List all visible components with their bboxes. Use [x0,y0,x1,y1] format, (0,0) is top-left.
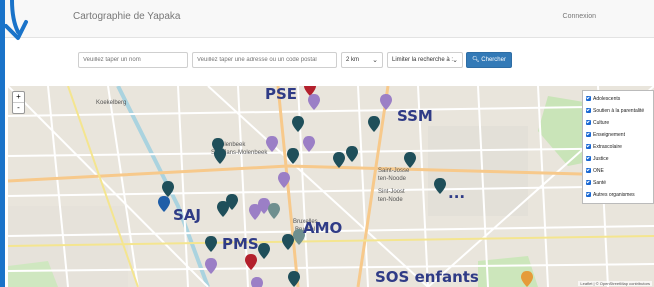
brand-title[interactable]: Cartographie de Yapaka [73,11,181,22]
category-label-amo: AMO [303,219,343,237]
filter-item[interactable]: Extrascolaire [586,141,650,153]
checkbox-checked-icon[interactable] [586,132,591,138]
search-icon: 🔍︎ [472,57,480,63]
distance-select[interactable]: 2 km ⌄ [341,52,383,68]
app-frame: Cartographie de Yapaka Connexion 2 km ⌄ … [5,0,654,287]
filter-item[interactable]: Enseignement [586,129,650,141]
category-filter-legend: Adolescents Soutien à la parentalité Cul… [582,90,654,204]
checkbox-checked-icon[interactable] [586,108,591,114]
search-bar: 2 km ⌄ Limiter la recherche à : ⌄ 🔍︎ Che… [5,52,654,70]
checkbox-checked-icon[interactable] [586,120,591,126]
login-link[interactable]: Connexion [563,13,596,20]
zoom-in-button[interactable]: + [13,92,24,102]
checkbox-checked-icon[interactable] [586,144,591,150]
filter-label: Santé [593,180,607,186]
search-button[interactable]: 🔍︎ Chercher [466,52,512,68]
filter-label: Extrascolaire [593,144,622,150]
search-button-label: Chercher [481,57,506,63]
filter-item[interactable]: Autres organismes [586,189,650,201]
top-navbar: Cartographie de Yapaka Connexion [5,0,654,38]
name-search-input[interactable] [78,52,188,68]
checkbox-checked-icon[interactable] [586,156,591,162]
map-attribution[interactable]: Leaflet | © OpenStreetMap contributors [578,281,652,286]
zoom-out-button[interactable]: - [13,102,24,113]
category-label-pms: PMS [222,235,259,253]
checkbox-checked-icon[interactable] [586,192,591,198]
filter-label: Soutien à la parentalité [593,108,645,114]
chevron-down-icon: ⌄ [452,57,458,64]
limit-label: Limiter la recherche à : [392,57,454,63]
category-label-sos: SOS enfants [375,268,479,286]
filter-label: Autres organismes [593,192,635,198]
address-search-input[interactable] [192,52,337,68]
filter-label: Enseignement [593,132,625,138]
map-markers [158,86,533,287]
map-view[interactable]: Koekelberg Molenbeek Sint-Jans-Molenbeek… [8,86,654,287]
category-label-more: ... [448,184,466,202]
filter-label: Adolescents [593,96,621,102]
annotation-arrow-icon [4,0,28,40]
checkbox-checked-icon[interactable] [586,168,591,174]
limit-select[interactable]: Limiter la recherche à : ⌄ [387,52,463,68]
category-label-ssm: SSM [397,107,433,125]
filter-label: ONE [593,168,604,174]
filter-label: Culture [593,120,610,126]
filter-item[interactable]: Adolescents [586,93,650,105]
checkbox-checked-icon[interactable] [586,180,591,186]
filter-item[interactable]: ONE [586,165,650,177]
zoom-control: + - [12,91,25,114]
category-label-pse: PSE [265,86,298,103]
category-label-saj: SAJ [173,206,201,224]
marker-group[interactable] [158,86,533,287]
filter-item[interactable]: Santé [586,177,650,189]
distance-value: 2 km [346,57,360,63]
filter-item[interactable]: Justice [586,153,650,165]
chevron-down-icon: ⌄ [372,57,378,64]
checkbox-checked-icon[interactable] [586,96,591,102]
filter-label: Justice [593,156,609,162]
filter-item[interactable]: Soutien à la parentalité [586,105,650,117]
filter-item[interactable]: Culture [586,117,650,129]
